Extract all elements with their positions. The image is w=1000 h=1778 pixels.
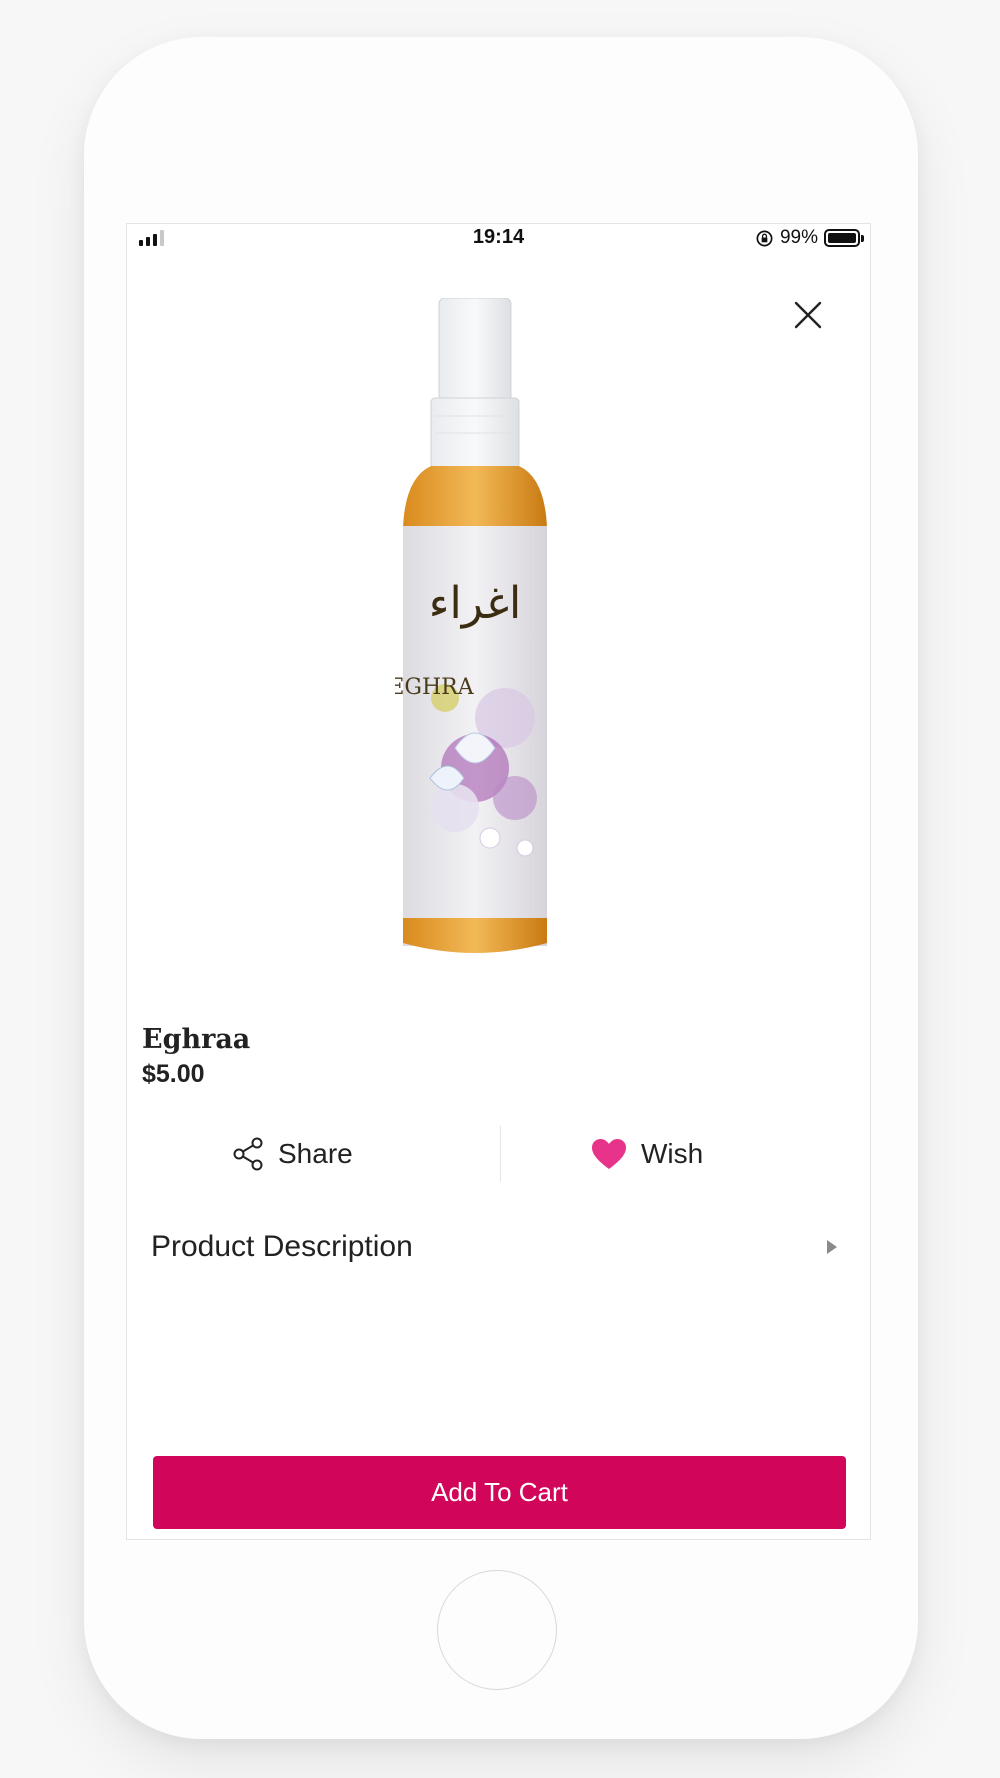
product-price: $5.00 <box>142 1060 205 1088</box>
product-image: اغراء EGHRA <box>395 298 547 953</box>
action-divider <box>500 1126 501 1182</box>
rotation-lock-icon <box>756 230 773 246</box>
close-icon[interactable] <box>792 299 824 331</box>
svg-text:اغراء: اغراء <box>429 578 521 629</box>
share-button[interactable]: Share <box>232 1124 353 1184</box>
wish-label: Wish <box>641 1138 704 1169</box>
product-description-row[interactable]: Product Description <box>151 1224 841 1270</box>
battery-percent: 99% <box>779 227 818 248</box>
product-description-label: Product Description <box>151 1230 413 1263</box>
status-indicators: 99% <box>755 227 864 249</box>
wish-button[interactable]: Wish <box>591 1124 703 1184</box>
action-bar: Share Wish <box>127 1124 870 1184</box>
home-button[interactable] <box>437 1570 557 1690</box>
chevron-right-icon <box>827 1240 837 1254</box>
product-name: Eghraa <box>142 1024 251 1055</box>
add-to-cart-button[interactable]: Add To Cart <box>153 1456 846 1529</box>
share-icon <box>233 1137 263 1171</box>
product-label-text: EGHRA <box>395 675 475 700</box>
product-detail-screen: 19:14 99% اغراء EGHRA Eghraa $5.00 Share… <box>126 223 871 1540</box>
battery-icon <box>824 229 864 247</box>
share-label: Share <box>278 1138 353 1169</box>
status-bar: 19:14 99% <box>127 224 870 254</box>
heart-icon <box>592 1139 626 1169</box>
